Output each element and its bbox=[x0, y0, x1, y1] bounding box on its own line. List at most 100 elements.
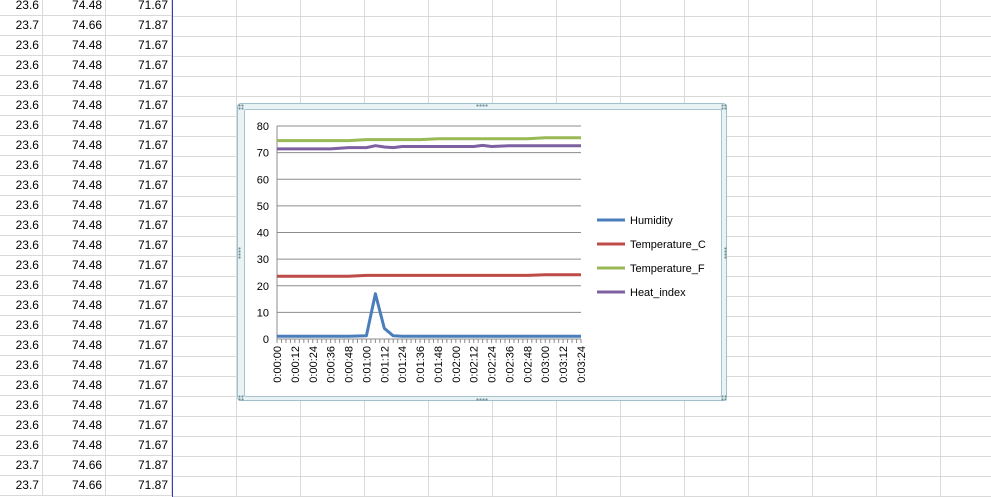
cell[interactable]: 23.6 bbox=[0, 175, 43, 196]
cell[interactable]: 71.67 bbox=[105, 395, 172, 416]
cell[interactable]: 71.67 bbox=[105, 415, 172, 436]
cell[interactable]: 23.6 bbox=[0, 95, 43, 116]
cell[interactable]: 71.87 bbox=[105, 475, 172, 496]
cell[interactable]: 23.6 bbox=[0, 215, 43, 236]
cell[interactable]: 71.67 bbox=[105, 135, 172, 156]
cell[interactable]: 74.48 bbox=[42, 215, 107, 236]
cell[interactable]: 23.6 bbox=[0, 155, 43, 176]
cell[interactable]: 74.48 bbox=[42, 415, 107, 436]
x-tick-label: 0:01:48 bbox=[433, 346, 445, 383]
cell[interactable]: 74.48 bbox=[42, 75, 107, 96]
cell[interactable]: 71.67 bbox=[105, 175, 172, 196]
cell[interactable]: 71.67 bbox=[105, 275, 172, 296]
cell[interactable]: 71.67 bbox=[105, 315, 172, 336]
cell[interactable]: 74.48 bbox=[42, 435, 107, 456]
x-tick-label: 0:00:24 bbox=[308, 346, 320, 383]
cell[interactable]: 74.48 bbox=[42, 335, 107, 356]
cell[interactable]: 74.48 bbox=[42, 175, 107, 196]
cell[interactable]: 74.48 bbox=[42, 315, 107, 336]
cell[interactable]: 71.67 bbox=[105, 235, 172, 256]
cell[interactable]: 23.6 bbox=[0, 435, 43, 456]
cell[interactable]: 23.6 bbox=[0, 135, 43, 156]
cell[interactable]: 74.48 bbox=[42, 355, 107, 376]
cell[interactable]: 71.67 bbox=[105, 75, 172, 96]
cell[interactable]: 71.67 bbox=[105, 0, 172, 16]
cell[interactable]: 23.6 bbox=[0, 35, 43, 56]
right-resize-handle-icon[interactable] bbox=[724, 247, 727, 259]
x-tick-label: 0:03:24 bbox=[576, 346, 588, 383]
bottom-right-resize-handle-icon[interactable] bbox=[721, 395, 727, 401]
cell[interactable]: 71.67 bbox=[105, 335, 172, 356]
cell[interactable]: 71.67 bbox=[105, 355, 172, 376]
x-tick-label: 0:01:36 bbox=[415, 346, 427, 383]
cell[interactable]: 71.67 bbox=[105, 435, 172, 456]
cell[interactable]: 23.6 bbox=[0, 275, 43, 296]
x-tick-label: 0:02:00 bbox=[451, 346, 463, 383]
cell[interactable]: 23.6 bbox=[0, 115, 43, 136]
cell[interactable]: 23.7 bbox=[0, 15, 43, 36]
cell[interactable]: 23.6 bbox=[0, 415, 43, 436]
cell[interactable]: 71.87 bbox=[105, 455, 172, 476]
cell[interactable]: 23.6 bbox=[0, 195, 43, 216]
cell[interactable]: 74.48 bbox=[42, 275, 107, 296]
table-row: 23.6 74.48 71.67 bbox=[0, 415, 172, 436]
cell[interactable]: 23.7 bbox=[0, 455, 43, 476]
cell[interactable]: 23.6 bbox=[0, 375, 43, 396]
cell[interactable]: 71.67 bbox=[105, 155, 172, 176]
table-row: 23.6 74.48 71.67 bbox=[0, 175, 172, 196]
cell[interactable]: 23.6 bbox=[0, 335, 43, 356]
cell[interactable]: 74.48 bbox=[42, 295, 107, 316]
cell[interactable]: 71.67 bbox=[105, 255, 172, 276]
cell[interactable]: 74.48 bbox=[42, 135, 107, 156]
cell[interactable]: 71.87 bbox=[105, 15, 172, 36]
cell[interactable]: 74.48 bbox=[42, 35, 107, 56]
cell[interactable]: 74.48 bbox=[42, 375, 107, 396]
cell[interactable]: 23.6 bbox=[0, 75, 43, 96]
cell[interactable]: 23.6 bbox=[0, 315, 43, 336]
cell[interactable]: 74.66 bbox=[42, 15, 107, 36]
cell[interactable]: 74.48 bbox=[42, 155, 107, 176]
top-left-resize-handle-icon[interactable] bbox=[238, 104, 244, 110]
cell[interactable]: 71.67 bbox=[105, 375, 172, 396]
bottom-left-resize-handle-icon[interactable] bbox=[238, 395, 244, 401]
cell[interactable]: 71.67 bbox=[105, 35, 172, 56]
cell[interactable]: 74.48 bbox=[42, 255, 107, 276]
cell[interactable]: 23.6 bbox=[0, 395, 43, 416]
top-resize-handle-icon[interactable] bbox=[476, 104, 488, 107]
cell[interactable]: 23.6 bbox=[0, 55, 43, 76]
left-resize-handle-icon[interactable] bbox=[238, 247, 241, 259]
cell[interactable]: 23.6 bbox=[0, 295, 43, 316]
table-row: 23.7 74.66 71.87 bbox=[0, 15, 172, 36]
cell[interactable]: 71.67 bbox=[105, 55, 172, 76]
cell[interactable]: 71.67 bbox=[105, 295, 172, 316]
x-tick-label: 0:00:12 bbox=[290, 346, 302, 383]
y-tick-label: 20 bbox=[257, 281, 269, 293]
table-row: 23.6 74.48 71.67 bbox=[0, 195, 172, 216]
bottom-resize-handle-icon[interactable] bbox=[476, 398, 488, 401]
x-tick-label: 0:03:00 bbox=[540, 346, 552, 383]
cell[interactable]: 74.66 bbox=[42, 475, 107, 496]
cell[interactable]: 23.7 bbox=[0, 475, 43, 496]
cell[interactable]: 23.6 bbox=[0, 235, 43, 256]
cell[interactable]: 74.48 bbox=[42, 395, 107, 416]
cell[interactable]: 74.48 bbox=[42, 95, 107, 116]
cell[interactable]: 71.67 bbox=[105, 95, 172, 116]
cell[interactable]: 74.66 bbox=[42, 455, 107, 476]
cell[interactable]: 74.48 bbox=[42, 235, 107, 256]
x-tick-label: 0:02:12 bbox=[469, 346, 481, 383]
column-separator bbox=[172, 0, 173, 497]
cell[interactable]: 71.67 bbox=[105, 115, 172, 136]
chart-object[interactable]: 0 10 20 30 40 50 60 70 80 0:00:00 0:00:12 0:00:24 0:… bbox=[237, 103, 727, 401]
top-right-resize-handle-icon[interactable] bbox=[721, 104, 727, 110]
cell[interactable]: 74.48 bbox=[42, 195, 107, 216]
cell[interactable]: 23.6 bbox=[0, 0, 43, 16]
cell[interactable]: 74.48 bbox=[42, 55, 107, 76]
cell[interactable]: 71.67 bbox=[105, 215, 172, 236]
cell[interactable]: 74.48 bbox=[42, 0, 107, 16]
cell[interactable]: 74.48 bbox=[42, 115, 107, 136]
chart-area[interactable]: 0 10 20 30 40 50 60 70 80 0:00:00 0:00:12 0:00:24 0:… bbox=[244, 109, 722, 397]
cell[interactable]: 23.6 bbox=[0, 255, 43, 276]
table-row: 23.6 74.48 71.67 bbox=[0, 0, 172, 16]
cell[interactable]: 23.6 bbox=[0, 355, 43, 376]
cell[interactable]: 71.67 bbox=[105, 195, 172, 216]
